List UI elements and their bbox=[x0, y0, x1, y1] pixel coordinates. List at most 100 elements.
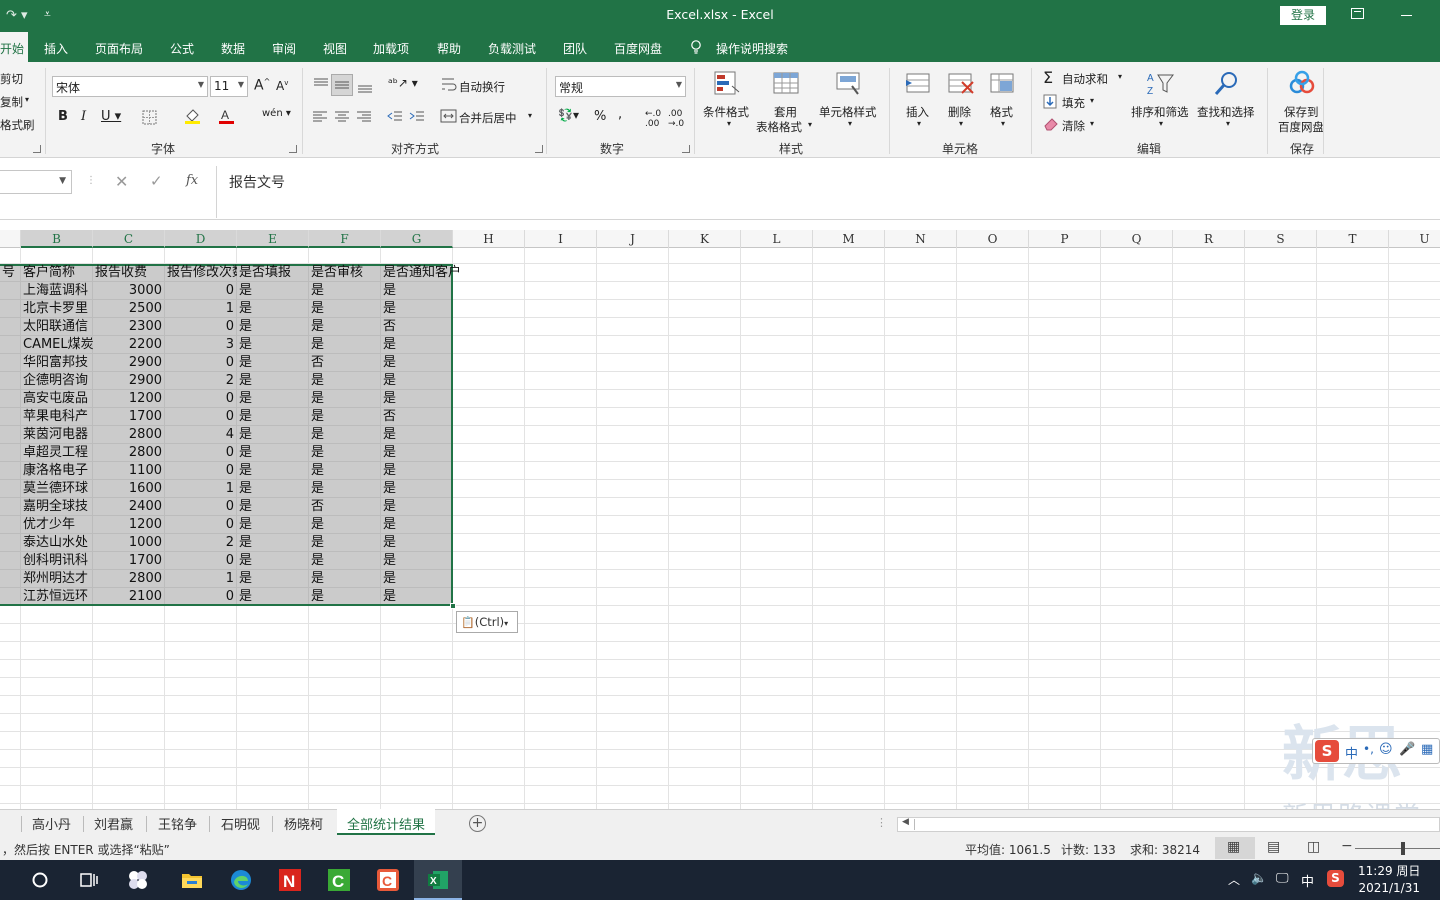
table-header-cell[interactable]: 是否通知客户 bbox=[381, 264, 493, 282]
insert-function-icon[interactable]: fx bbox=[186, 173, 198, 188]
sort-filter-button[interactable]: 排序和筛选 bbox=[1131, 104, 1189, 120]
table-cell[interactable]: 2800 bbox=[93, 444, 165, 462]
pinwheel-app-icon[interactable] bbox=[126, 868, 150, 892]
sheet-tab[interactable]: 杨晓柯 bbox=[284, 814, 323, 833]
input-method-indicator[interactable]: 中 bbox=[1301, 871, 1314, 890]
status-average[interactable]: 平均值: 1061.5 bbox=[965, 841, 1051, 858]
minimize-icon[interactable] bbox=[1401, 15, 1412, 16]
table-cell[interactable]: 0 bbox=[165, 408, 237, 426]
table-cell[interactable]: 2900 bbox=[93, 372, 165, 390]
table-cell[interactable]: 是 bbox=[381, 426, 453, 444]
table-header-cell[interactable]: 客户简称 bbox=[21, 264, 93, 282]
table-cell[interactable]: 2100 bbox=[93, 588, 165, 606]
table-cell[interactable]: 4 bbox=[165, 426, 237, 444]
percent-icon[interactable]: % bbox=[594, 109, 606, 124]
sheet-tab[interactable]: 高小丹 bbox=[32, 814, 71, 833]
table-cell[interactable]: 是 bbox=[381, 480, 453, 498]
decrease-font-icon[interactable]: Av bbox=[276, 79, 288, 93]
table-cell[interactable]: 北京卡罗里 bbox=[21, 300, 93, 318]
table-cell[interactable]: 是 bbox=[237, 552, 309, 570]
ime-toolbar[interactable]: S 中 •, ☺ 🎤 ▦ bbox=[1312, 738, 1440, 764]
clipboard-launcher-icon[interactable] bbox=[33, 145, 41, 153]
column-header-c[interactable]: C bbox=[93, 230, 165, 248]
cut-button[interactable]: 剪切 bbox=[0, 71, 23, 87]
italic-icon[interactable]: I bbox=[81, 109, 86, 124]
accounting-format-icon[interactable]: 💱▾ bbox=[558, 108, 579, 122]
column-header-l[interactable]: L bbox=[741, 230, 813, 248]
table-cell[interactable]: 高安屯废品 bbox=[21, 390, 93, 408]
app-c-red-icon[interactable]: C bbox=[376, 868, 400, 892]
table-cell[interactable]: 是 bbox=[237, 444, 309, 462]
table-cell[interactable]: 1 bbox=[165, 570, 237, 588]
table-cell[interactable]: 0 bbox=[165, 390, 237, 408]
zoom-out-icon[interactable]: − bbox=[1341, 838, 1353, 854]
table-header-cell[interactable]: 报告收费 bbox=[93, 264, 165, 282]
zoom-slider-thumb[interactable] bbox=[1401, 842, 1405, 855]
table-cell[interactable]: 泰达山水处 bbox=[21, 534, 93, 552]
font-color-icon[interactable]: A bbox=[218, 108, 236, 124]
align-center-icon[interactable] bbox=[333, 109, 351, 125]
number-launcher-icon[interactable] bbox=[682, 145, 690, 153]
table-cell[interactable]: 是 bbox=[381, 516, 453, 534]
table-cell[interactable]: 是 bbox=[381, 300, 453, 318]
autosum-dropdown-icon[interactable]: ▾ bbox=[1118, 72, 1122, 81]
emoji-icon[interactable]: ☺ bbox=[1379, 742, 1393, 757]
table-cell[interactable]: 是 bbox=[237, 498, 309, 516]
table-cell[interactable]: 是 bbox=[381, 462, 453, 480]
comma-style-icon[interactable]: , bbox=[618, 107, 622, 122]
alignment-launcher-icon[interactable] bbox=[535, 145, 543, 153]
column-header-p[interactable]: P bbox=[1029, 230, 1101, 248]
table-cell[interactable]: 郑州明达才 bbox=[21, 570, 93, 588]
table-cell[interactable]: 是 bbox=[237, 372, 309, 390]
increase-font-icon[interactable]: A^ bbox=[254, 77, 270, 94]
table-cell[interactable]: 企德明咨询 bbox=[21, 372, 93, 390]
table-cell[interactable]: 是 bbox=[309, 534, 381, 552]
format-painter-button[interactable]: 格式刷 bbox=[0, 117, 35, 133]
column-header-r[interactable]: R bbox=[1173, 230, 1245, 248]
table-cell[interactable]: 1600 bbox=[93, 480, 165, 498]
table-cell[interactable]: 是 bbox=[381, 534, 453, 552]
tab-split-grip-icon[interactable]: ⋮ bbox=[876, 816, 887, 829]
table-cell[interactable]: 莱茵河电器 bbox=[21, 426, 93, 444]
table-cell[interactable]: 0 bbox=[165, 588, 237, 606]
table-cell[interactable]: 0 bbox=[165, 318, 237, 336]
font-launcher-icon[interactable] bbox=[289, 145, 297, 153]
save-to-baidu-line1[interactable]: 保存到 bbox=[1284, 104, 1319, 120]
wrap-text-button[interactable]: 自动换行 bbox=[459, 79, 505, 95]
table-cell[interactable]: 是 bbox=[237, 426, 309, 444]
table-cell[interactable]: 优才少年 bbox=[21, 516, 93, 534]
table-cell[interactable]: 1200 bbox=[93, 390, 165, 408]
voice-icon[interactable]: 🎤 bbox=[1399, 742, 1415, 757]
table-cell[interactable]: 2800 bbox=[93, 426, 165, 444]
login-button[interactable]: 登录 bbox=[1280, 6, 1326, 25]
table-header-cell[interactable]: 是否审核 bbox=[309, 264, 381, 282]
conditional-formatting-button[interactable]: 条件格式 bbox=[703, 104, 749, 120]
table-cell[interactable]: 1000 bbox=[93, 534, 165, 552]
fill-color-icon[interactable] bbox=[184, 108, 202, 124]
sogou-tray-icon[interactable]: S bbox=[1327, 870, 1344, 887]
column-header-b[interactable]: B bbox=[21, 230, 93, 248]
table-cell[interactable]: 0 bbox=[165, 516, 237, 534]
table-cell[interactable]: 否 bbox=[381, 408, 453, 426]
table-cell[interactable]: 2300 bbox=[93, 318, 165, 336]
status-sum[interactable]: 求和: 38214 bbox=[1130, 841, 1200, 858]
save-to-baidu-button[interactable]: 百度网盘 bbox=[1278, 119, 1324, 135]
column-header-k[interactable]: K bbox=[669, 230, 741, 248]
table-header-cell[interactable]: 报告修改次数 bbox=[165, 264, 237, 282]
table-cell[interactable]: 0 bbox=[165, 498, 237, 516]
table-cell[interactable]: 否 bbox=[309, 498, 381, 516]
table-cell[interactable]: 是 bbox=[237, 282, 309, 300]
table-cell[interactable]: 是 bbox=[309, 300, 381, 318]
ime-mode-label[interactable]: 中 bbox=[1345, 743, 1358, 762]
table-cell[interactable]: 创科明讯科 bbox=[21, 552, 93, 570]
table-cell[interactable]: 是 bbox=[309, 570, 381, 588]
tab-page-layout[interactable]: 页面布局 bbox=[95, 40, 143, 57]
name-box-dropdown-icon[interactable]: ▼ bbox=[59, 176, 66, 186]
fill-button[interactable]: 填充 bbox=[1062, 95, 1085, 111]
table-cell[interactable]: 1700 bbox=[93, 552, 165, 570]
app-n-icon[interactable]: N bbox=[278, 868, 302, 892]
table-header-cell[interactable]: 号 bbox=[0, 264, 21, 282]
table-cell[interactable]: 是 bbox=[237, 588, 309, 606]
tab-baidu-netdisk[interactable]: 百度网盘 bbox=[614, 40, 662, 57]
table-cell[interactable]: 是 bbox=[309, 426, 381, 444]
